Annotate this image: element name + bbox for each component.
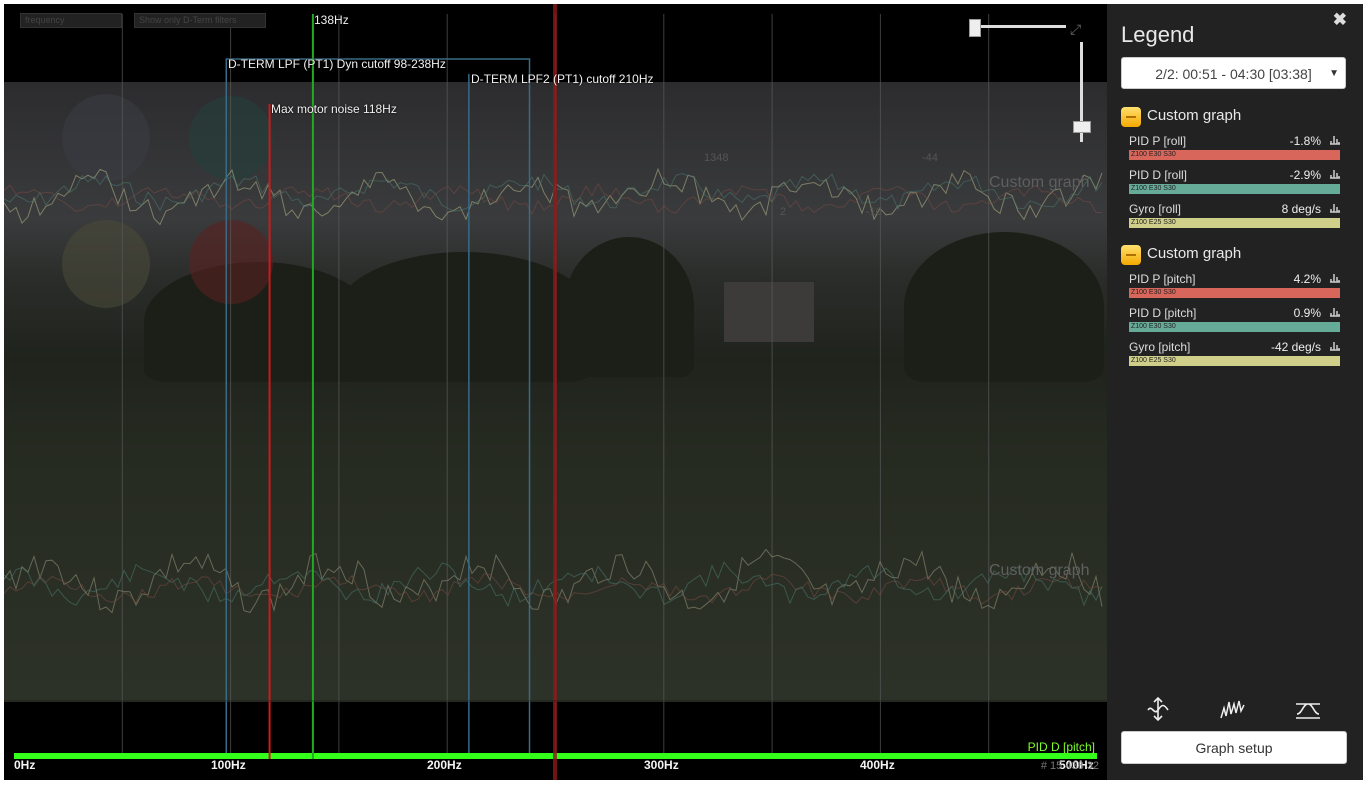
legend-item-name: Gyro [pitch] [1129, 340, 1191, 354]
legend-item-bar: Z100 E25 S30 [1129, 356, 1340, 366]
x-tick-label: 200Hz [427, 758, 462, 772]
x-tick-label: 400Hz [860, 758, 895, 772]
spectrum-toggle-icon[interactable] [1329, 201, 1341, 213]
spectrum-toggle-icon[interactable] [1329, 305, 1341, 317]
legend-item-bar: Z100 E30 S30 [1129, 322, 1340, 332]
legend-item[interactable]: Gyro [roll] 8 deg/s Z100 E25 S30 [1129, 202, 1341, 232]
legend-item[interactable]: PID P [roll] -1.8% Z100 E30 S30 [1129, 134, 1341, 164]
collapse-group-icon[interactable] [1121, 107, 1141, 127]
frame-label: # 15 438 32 [1040, 760, 1099, 772]
legend-item-name: PID P [pitch] [1129, 272, 1196, 286]
legend-item-value: -42 deg/s [1270, 340, 1321, 354]
peak-marker-label: 138Hz [314, 13, 349, 27]
ghost-number: 1348 [704, 152, 729, 164]
band-edge [4, 700, 1107, 702]
dterm-filter-select[interactable]: Show only D-Term filters [134, 13, 266, 28]
legend-item-value: 4.2% [1293, 272, 1321, 286]
collapse-group-icon[interactable] [1121, 245, 1141, 265]
legend-item-bar: Z100 E25 S30 [1129, 218, 1340, 228]
spectrum-plot [4, 4, 1107, 780]
analyser-mode-select[interactable]: frequency [20, 13, 122, 28]
spectrum-toggle-icon[interactable] [1329, 167, 1341, 179]
fit-axis-icon[interactable] [1144, 696, 1172, 722]
legend-item[interactable]: Gyro [pitch] -42 deg/s Z100 E25 S30 [1129, 340, 1341, 370]
graph-setup-button[interactable]: Graph setup [1121, 731, 1347, 764]
legend-item-name: PID D [roll] [1129, 168, 1188, 182]
spectrum-toggle-icon[interactable] [1329, 133, 1341, 145]
legend-item[interactable]: PID P [pitch] 4.2% Z100 E30 S30 [1129, 272, 1341, 302]
legend-item-name: PID D [pitch] [1129, 306, 1197, 320]
legend-item-name: Gyro [roll] [1129, 202, 1182, 216]
legend-item-value: -2.9% [1289, 168, 1321, 182]
zoom-x-slider-track[interactable] [970, 25, 1066, 28]
bottom-strip [0, 780, 1363, 786]
zoom-y-slider-handle[interactable] [1073, 121, 1091, 133]
x-tick-label: 0Hz [14, 758, 36, 772]
graph-group-title: Custom graph [1147, 107, 1242, 124]
ghost-graph-title: Custom graph [989, 174, 1090, 191]
legend-item[interactable]: PID D [pitch] 0.9% Z100 E30 S30 [1129, 306, 1341, 336]
legend-item[interactable]: PID D [roll] -2.9% Z100 E30 S30 [1129, 168, 1341, 198]
blackbox-explorer: frequency Show only D-Term filters Custo… [0, 0, 1363, 786]
log-selector-value: 2/2: 00:51 - 04:30 [03:38] [1155, 66, 1312, 82]
expand-icon[interactable]: ⤢ [1070, 21, 1081, 38]
legend-panel: ✖ Legend 2/2: 00:51 - 04:30 [03:38] ▼ Cu… [1107, 4, 1363, 780]
dterm-lpf-band [225, 58, 531, 759]
legend-item-bar: Z100 E30 S30 [1129, 288, 1340, 298]
legend-item-name: PID P [roll] [1129, 134, 1187, 148]
legend-item-value: 8 deg/s [1281, 202, 1321, 216]
smoothing-icon[interactable] [1294, 696, 1322, 722]
spectrum-icon[interactable] [1219, 696, 1247, 722]
legend-item-bar: Z100 E30 S30 [1129, 150, 1340, 160]
legend-item-bar: Z100 E30 S30 [1129, 184, 1340, 194]
ghost-graph-title: Custom graph [989, 562, 1090, 579]
legend-item-value: 0.9% [1293, 306, 1321, 320]
spectrum-toggle-icon[interactable] [1329, 271, 1341, 283]
log-selector[interactable]: 2/2: 00:51 - 04:30 [03:38] ▼ [1121, 57, 1346, 89]
close-icon[interactable]: ✖ [1333, 10, 1347, 30]
ghost-number: 2 [780, 206, 787, 218]
series-label: PID D [pitch] [1027, 740, 1095, 754]
spectrum-toggle-icon[interactable] [1329, 339, 1341, 351]
motor-noise-label: Max motor noise 118Hz [271, 102, 397, 116]
graph-group-title: Custom graph [1147, 245, 1242, 262]
ghost-number: -10 [866, 206, 882, 218]
ghost-number: -44 [922, 152, 938, 164]
dterm-lpf-label: D-TERM LPF (PT1) Dyn cutoff 98-238Hz [228, 57, 446, 71]
x-tick-label: 300Hz [644, 758, 679, 772]
x-tick-label: 100Hz [211, 758, 246, 772]
zoom-x-slider-handle[interactable] [969, 19, 981, 37]
dterm-lpf2-label: D-TERM LPF2 (PT1) cutoff 210Hz [471, 72, 654, 86]
legend-item-value: -1.8% [1289, 134, 1321, 148]
spectrum-viewer[interactable]: frequency Show only D-Term filters Custo… [4, 4, 1107, 780]
chevron-down-icon: ▼ [1329, 68, 1339, 79]
legend-title: Legend [1121, 22, 1195, 47]
